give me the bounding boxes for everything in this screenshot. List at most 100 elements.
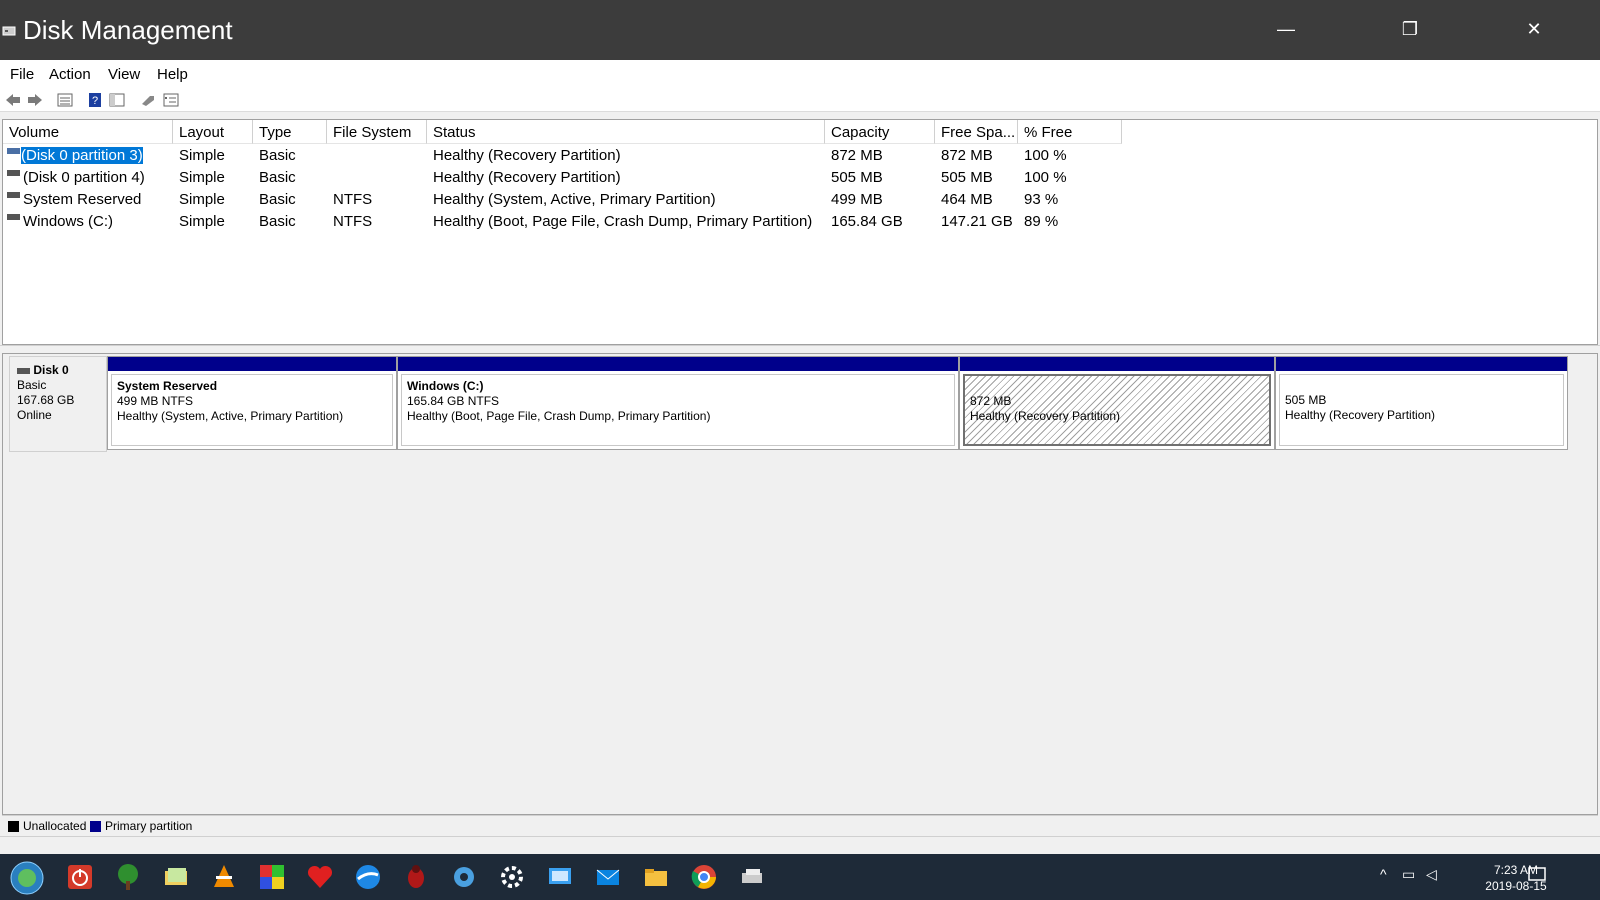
view-pane-icon[interactable] xyxy=(108,92,126,108)
volume-row[interactable]: Windows (C:) Simple Basic NTFS Healthy (… xyxy=(3,210,1203,232)
column-layout[interactable]: Layout xyxy=(173,120,253,144)
column-status[interactable]: Status xyxy=(427,120,825,144)
menu-bar: File Action View Help xyxy=(0,60,1600,88)
volume-icon xyxy=(7,170,20,176)
menu-help[interactable]: Help xyxy=(157,66,188,83)
volume-icon xyxy=(7,148,20,154)
battery-icon[interactable]: ▭ xyxy=(1402,866,1415,883)
partition-recovery-872[interactable]: 872 MB Healthy (Recovery Partition) xyxy=(959,356,1275,450)
legend-primary: Primary partition xyxy=(105,819,193,833)
partition-size: 165.84 GB NTFS xyxy=(407,394,500,408)
minimize-button[interactable]: — xyxy=(1266,14,1306,44)
volume-pct-free: 100 % xyxy=(1024,169,1067,186)
volume-layout: Simple xyxy=(179,213,225,230)
volume-capacity: 499 MB xyxy=(831,191,883,208)
help-icon[interactable]: ? xyxy=(86,92,104,108)
disk-name: Disk 0 xyxy=(33,363,69,377)
checklist-icon[interactable] xyxy=(162,92,180,108)
column-file-system[interactable]: File System xyxy=(327,120,427,144)
svg-text:?: ? xyxy=(92,95,98,107)
volume-layout: Simple xyxy=(179,191,225,208)
disk-management-app-icon xyxy=(2,26,16,36)
volume-capacity: 165.84 GB xyxy=(831,213,903,230)
column-volume[interactable]: Volume xyxy=(3,120,173,144)
mail-icon[interactable] xyxy=(594,863,622,891)
settings-icon[interactable] xyxy=(498,863,526,891)
volume-icon[interactable]: ◁ xyxy=(1426,866,1437,883)
power-icon[interactable] xyxy=(66,863,94,891)
color-picker-icon[interactable] xyxy=(258,863,286,891)
disk-icon xyxy=(17,367,30,374)
disk-type: Basic xyxy=(17,378,47,392)
notifications-icon[interactable] xyxy=(1528,866,1546,884)
back-arrow-icon[interactable] xyxy=(4,92,22,108)
forward-arrow-icon[interactable] xyxy=(26,92,44,108)
column-type[interactable]: Type xyxy=(253,120,327,144)
menu-action[interactable]: Action xyxy=(49,66,91,83)
system-clock[interactable]: 7:23 AM 2019-08-15 xyxy=(1466,862,1566,894)
clock-time: 7:23 AM xyxy=(1493,863,1539,877)
volume-row[interactable]: (Disk 0 partition 4) Simple Basic Health… xyxy=(3,166,1203,188)
partition-status: Healthy (Recovery Partition) xyxy=(970,409,1121,423)
partition-box: System Reserved 499 MB NTFS Healthy (Sys… xyxy=(111,374,393,446)
heart-icon[interactable] xyxy=(306,863,334,891)
volume-row[interactable]: System Reserved Simple Basic NTFS Health… xyxy=(3,188,1203,210)
volume-status: Healthy (System, Active, Primary Partiti… xyxy=(433,191,716,208)
volume-type: Basic xyxy=(259,147,296,164)
tray-chevron-icon[interactable]: ^ xyxy=(1380,866,1387,882)
folders-icon[interactable] xyxy=(162,863,190,891)
partition-windows-c[interactable]: Windows (C:) 165.84 GB NTFS Healthy (Boo… xyxy=(397,356,959,450)
partition-size: 872 MB xyxy=(970,394,1012,408)
primary-partition-bar xyxy=(1276,357,1567,371)
partition-recovery-505[interactable]: 505 MB Healthy (Recovery Partition) xyxy=(1275,356,1568,450)
menu-file[interactable]: File xyxy=(10,66,34,83)
connect-icon[interactable] xyxy=(140,92,158,108)
volume-capacity: 505 MB xyxy=(831,169,883,186)
chrome-icon[interactable] xyxy=(690,863,718,891)
volume-name: (Disk 0 partition 3) xyxy=(20,146,144,165)
monitor-icon[interactable] xyxy=(546,863,574,891)
title-bar: Disk Management — ❐ ✕ xyxy=(0,0,1600,60)
tree-icon[interactable] xyxy=(114,863,142,891)
volume-status: Healthy (Recovery Partition) xyxy=(433,169,621,186)
volume-free: 505 MB xyxy=(941,169,993,186)
column-free-space[interactable]: Free Spa... xyxy=(935,120,1018,144)
disk-0-label[interactable]: Disk 0 Basic 167.68 GB Online xyxy=(9,356,107,452)
column-percent-free[interactable]: % Free xyxy=(1018,120,1122,144)
restore-button[interactable]: ❐ xyxy=(1390,14,1430,44)
browser-icon[interactable] xyxy=(354,863,382,891)
disk-management-icon[interactable] xyxy=(738,863,766,891)
taskbar: ^ ▭ ◁ 7:23 AM 2019-08-15 xyxy=(0,854,1600,900)
legend-unallocated: Unallocated xyxy=(23,819,87,833)
volume-list: Volume Layout Type File System Status Ca… xyxy=(2,119,1598,345)
volume-row[interactable]: (Disk 0 partition 3) Simple Basic Health… xyxy=(3,144,1203,166)
primary-swatch xyxy=(90,821,101,832)
partition-box: 505 MB Healthy (Recovery Partition) xyxy=(1279,374,1564,446)
volume-icon xyxy=(7,214,20,220)
file-explorer-icon[interactable] xyxy=(642,863,670,891)
volume-pct-free: 93 % xyxy=(1024,191,1059,208)
settings-gear-icon[interactable] xyxy=(450,863,478,891)
partition-system-reserved[interactable]: System Reserved 499 MB NTFS Healthy (Sys… xyxy=(107,356,397,450)
toolbar: ? xyxy=(0,88,1600,112)
partition-status: Healthy (Recovery Partition) xyxy=(1285,408,1436,422)
disk-state: Online xyxy=(17,408,52,422)
clock-date: 2019-08-15 xyxy=(1485,879,1547,893)
volume-status: Healthy (Recovery Partition) xyxy=(433,147,621,164)
volume-fs: NTFS xyxy=(333,191,373,208)
pane-splitter[interactable] xyxy=(0,345,1600,351)
primary-partition-bar xyxy=(960,357,1274,371)
volume-fs: NTFS xyxy=(333,213,373,230)
column-capacity[interactable]: Capacity xyxy=(825,120,935,144)
vlc-icon[interactable] xyxy=(210,863,238,891)
menu-view[interactable]: View xyxy=(108,66,140,83)
properties-list-icon[interactable] xyxy=(56,92,74,108)
bug-icon[interactable] xyxy=(402,863,430,891)
legend: Unallocated Primary partition xyxy=(2,815,1598,835)
partition-size: 505 MB xyxy=(1285,393,1327,407)
volume-type: Basic xyxy=(259,169,296,186)
unallocated-swatch xyxy=(8,821,19,832)
window-title: Disk Management xyxy=(23,15,233,45)
start-orb-icon[interactable] xyxy=(10,861,44,895)
close-button[interactable]: ✕ xyxy=(1514,14,1554,44)
